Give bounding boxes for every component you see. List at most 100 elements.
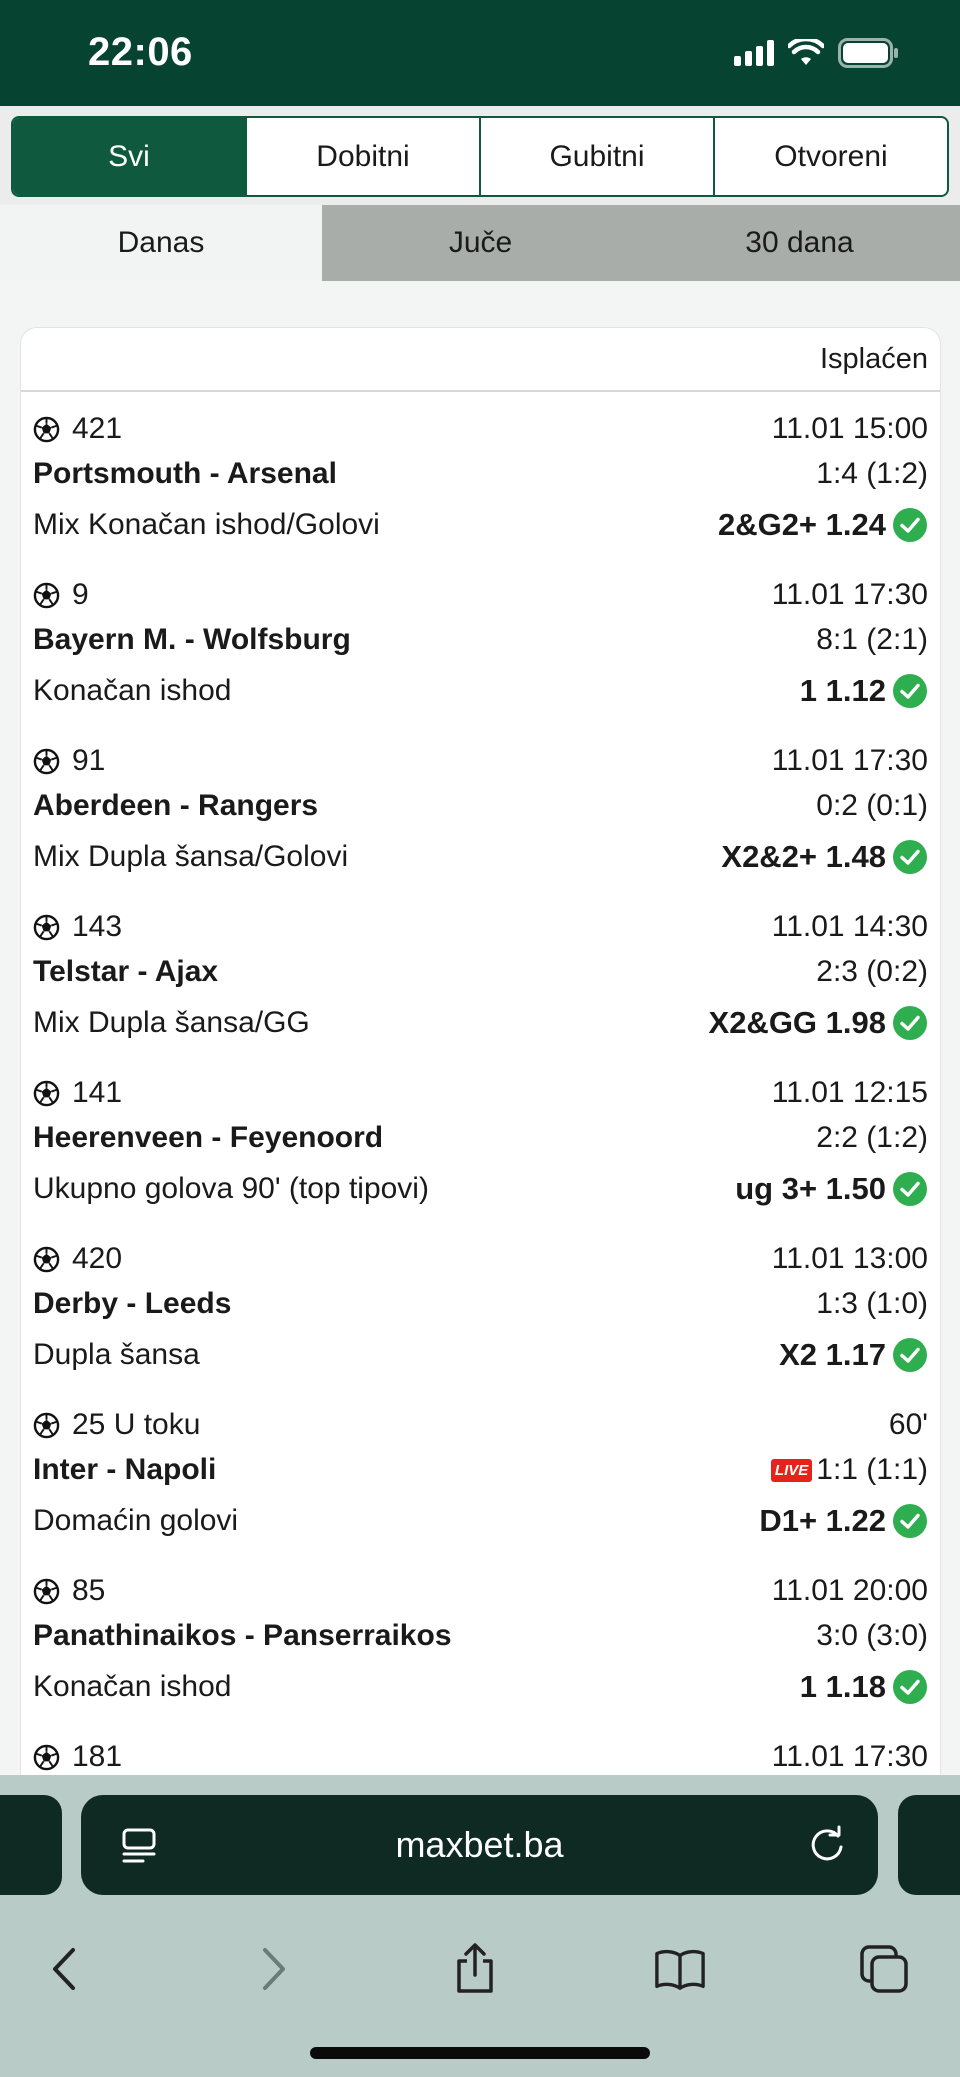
soccer-ball-icon xyxy=(33,582,60,609)
bet-tip: ug 3+ 1.50 xyxy=(735,1171,928,1207)
match-teams: Inter - Napoli xyxy=(33,1453,217,1486)
tip-text: 2&G2+ 1.24 xyxy=(717,507,886,542)
share-icon xyxy=(457,1943,493,1993)
match-meta-row: 420 11.01 13:00 xyxy=(33,1222,928,1286)
tip-text: D1+ 1.22 xyxy=(759,1503,886,1538)
chevron-right-icon xyxy=(263,1948,285,1990)
soccer-ball-icon xyxy=(33,416,60,443)
tab-otvoreni[interactable]: Otvoreni xyxy=(713,118,947,195)
score-text: 1:1 (1:1) xyxy=(816,1453,928,1486)
tab-30-dana[interactable]: 30 dana xyxy=(639,205,960,281)
match-bet-row: Ukupno golova 90' (top tipovi) ug 3+ 1.50 xyxy=(33,1156,928,1222)
match-score: 2:3 (0:2) xyxy=(816,955,928,989)
soccer-ball-icon xyxy=(33,914,60,941)
match-bet-row: Domaćin golovi D1+ 1.22 xyxy=(33,1488,928,1554)
tab-danas[interactable]: Danas xyxy=(0,205,322,281)
match-item[interactable]: 420 11.01 13:00 Derby - Leeds 1:3 (1:0) Dupl… xyxy=(21,1222,940,1388)
match-score: 1:3 (1:0) xyxy=(816,1287,928,1321)
bet-tip: X2 1.17 xyxy=(779,1337,928,1373)
bet-market: Mix Konačan ishod/Golovi xyxy=(33,508,380,541)
match-item[interactable]: 9 11.01 17:30 Bayern M. - Wolfsburg 8:1 (2:… xyxy=(21,558,940,724)
battery-icon xyxy=(838,38,898,68)
match-time: 11.01 14:30 xyxy=(771,910,928,943)
bet-market: Ukupno golova 90' (top tipovi) xyxy=(33,1172,429,1205)
match-time: 60' xyxy=(888,1408,928,1441)
check-circle-icon xyxy=(892,1005,928,1041)
match-code: 91 xyxy=(72,744,106,777)
soccer-ball-icon xyxy=(33,1246,60,1273)
match-teams: Heerenveen - Feyenoord xyxy=(33,1121,384,1154)
tab-juce[interactable]: Juče xyxy=(322,205,639,281)
ticket-card[interactable]: Isplaćen 421 11.01 15:00 Portsmouth - Arse… xyxy=(21,328,940,1778)
tip-text: 1 1.12 xyxy=(799,673,886,708)
match-item[interactable]: 421 11.01 15:00 Portsmouth - Arsenal 1:4 (1… xyxy=(21,392,940,558)
soccer-ball-icon xyxy=(33,1744,60,1771)
tab-svi[interactable]: Svi xyxy=(13,118,245,195)
book-icon xyxy=(655,1949,705,1990)
match-item[interactable]: 25 U toku 60' Inter - Napoli LIVE 1:1 (1:1) D… xyxy=(21,1388,940,1554)
address-bar[interactable]: maxbet.ba xyxy=(81,1795,878,1895)
match-teams-row: Bayern M. - Wolfsburg 8:1 (2:1) xyxy=(33,622,928,658)
bet-tip: 2&G2+ 1.24 xyxy=(718,507,928,543)
match-code: 181 xyxy=(72,1740,123,1773)
match-bet-row: Dupla šansa X2 1.17 xyxy=(33,1322,928,1388)
home-indicator[interactable] xyxy=(310,2047,650,2059)
match-teams-row: Derby - Leeds 1:3 (1:0) xyxy=(33,1286,928,1322)
bookmarks-button[interactable] xyxy=(654,1943,706,1995)
match-teams: Telstar - Ajax xyxy=(33,955,219,988)
match-teams-row: Aberdeen - Rangers 0:2 (0:1) xyxy=(33,788,928,824)
match-item[interactable]: 91 11.01 17:30 Aberdeen - Rangers 0:2 (0:1)… xyxy=(21,724,940,890)
match-code: 9 xyxy=(72,578,89,611)
tip-text: 1 1.18 xyxy=(799,1669,886,1704)
match-time: 11.01 17:30 xyxy=(771,744,928,777)
score-text: 2:2 (1:2) xyxy=(816,1121,928,1154)
bet-tip: X2&2+ 1.48 xyxy=(721,839,928,875)
match-time: 11.01 15:00 xyxy=(771,412,928,445)
match-score: 0:2 (0:1) xyxy=(816,789,928,823)
page-menu-icon[interactable] xyxy=(121,1827,157,1865)
match-teams-row: Heerenveen - Feyenoord 2:2 (1:2) xyxy=(33,1120,928,1156)
match-meta-row: 85 11.01 20:00 xyxy=(33,1554,928,1618)
share-button[interactable] xyxy=(449,1943,501,1995)
match-time: 11.01 20:00 xyxy=(771,1574,928,1607)
bet-market: Dupla šansa xyxy=(33,1338,200,1371)
tip-text: X2&2+ 1.48 xyxy=(721,839,886,874)
match-item[interactable]: 181 11.01 17:30 xyxy=(21,1720,940,1778)
tab-gubitni[interactable]: Gubitni xyxy=(479,118,713,195)
back-button[interactable] xyxy=(38,1943,90,1995)
check-circle-icon xyxy=(892,673,928,709)
match-teams-row: Telstar - Ajax 2:3 (0:2) xyxy=(33,954,928,990)
bet-market: Mix Dupla šansa/Golovi xyxy=(33,840,349,873)
tab-dobitni[interactable]: Dobitni xyxy=(245,118,479,195)
match-item[interactable]: 85 11.01 20:00 Panathinaikos - Panserraiko… xyxy=(21,1554,940,1720)
soccer-ball-icon xyxy=(33,1412,60,1439)
cellular-signal-icon xyxy=(734,40,774,66)
bet-tip: 1 1.12 xyxy=(800,673,928,709)
match-meta-row: 421 11.01 15:00 xyxy=(33,392,928,456)
match-teams: Panathinaikos - Panserraikos xyxy=(33,1619,452,1652)
score-text: 3:0 (3:0) xyxy=(816,1619,928,1652)
check-circle-icon xyxy=(892,507,928,543)
score-text: 2:3 (0:2) xyxy=(816,955,928,988)
bet-market: Domaćin golovi xyxy=(33,1504,239,1537)
soccer-ball-icon xyxy=(33,1080,60,1107)
tip-text: X2 1.17 xyxy=(779,1337,886,1372)
match-code: 421 xyxy=(72,412,123,445)
score-text: 0:2 (0:1) xyxy=(816,789,928,822)
match-teams-row: Panathinaikos - Panserraikos 3:0 (3:0) xyxy=(33,1618,928,1654)
forward-button[interactable] xyxy=(248,1943,300,1995)
live-badge: LIVE xyxy=(770,1458,813,1482)
tabs-icon xyxy=(860,1945,908,1993)
match-score: 1:4 (1:2) xyxy=(816,457,928,491)
filter-tabs: Svi Dobitni Gubitni Otvoreni xyxy=(11,116,949,197)
reload-icon[interactable] xyxy=(808,1825,848,1865)
check-circle-icon xyxy=(892,1337,928,1373)
tabs-button[interactable] xyxy=(858,1943,910,1995)
match-item[interactable]: 143 11.01 14:30 Telstar - Ajax 2:3 (0:2) Mix… xyxy=(21,890,940,1056)
previous-tab-preview[interactable] xyxy=(0,1795,62,1895)
status-bar: 22:06 xyxy=(0,0,960,106)
match-score: 8:1 (2:1) xyxy=(816,623,928,657)
match-item[interactable]: 141 11.01 12:15 Heerenveen - Feyenoord 2:2 … xyxy=(21,1056,940,1222)
next-tab-preview[interactable] xyxy=(898,1795,960,1895)
match-teams-row: Inter - Napoli LIVE 1:1 (1:1) xyxy=(33,1452,928,1488)
